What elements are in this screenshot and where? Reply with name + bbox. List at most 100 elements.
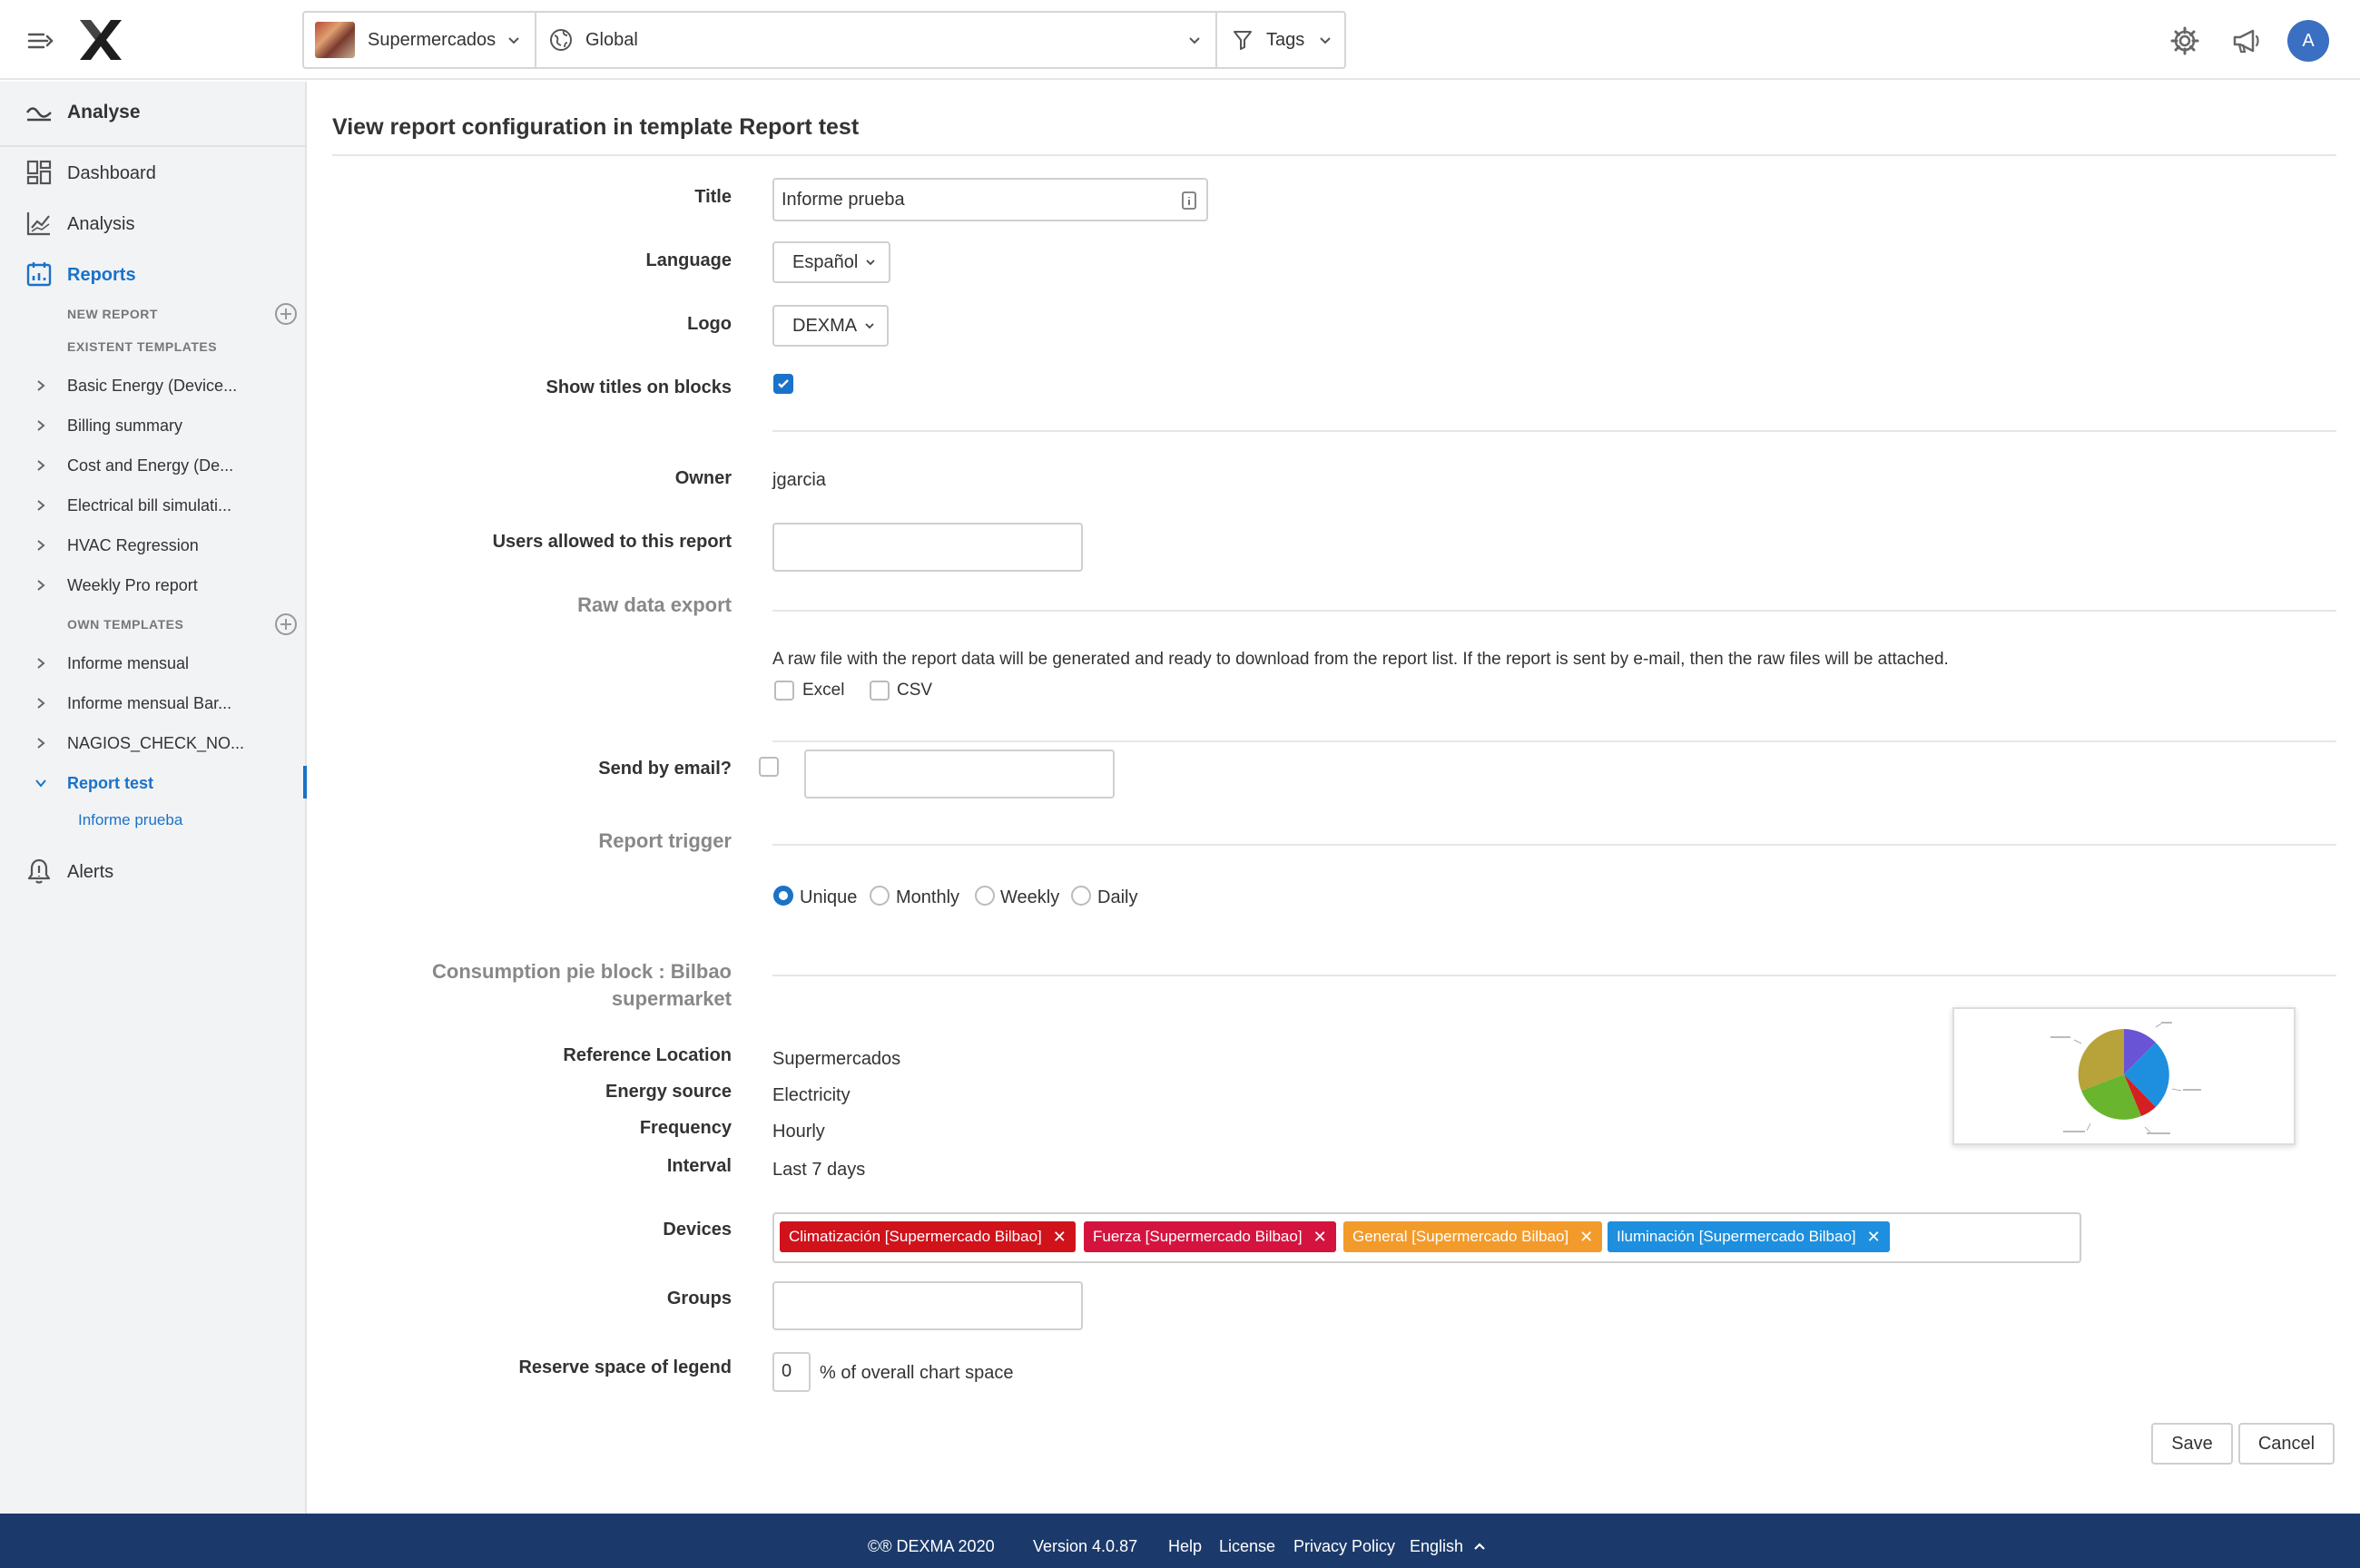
remove-tag-icon[interactable]: ✕ xyxy=(1053,1228,1067,1247)
chevron-right-icon xyxy=(37,698,45,709)
template-item[interactable]: Electrical bill simulati... xyxy=(0,492,305,521)
template-label: Report test xyxy=(67,774,154,792)
language-value: Español xyxy=(792,251,859,272)
context-selector: Supermercados Global Tags xyxy=(302,11,1346,69)
sidebar-divider xyxy=(0,145,305,147)
user-avatar[interactable]: A xyxy=(2287,20,2329,62)
title-input[interactable]: Informe prueba xyxy=(772,178,1208,221)
megaphone-icon[interactable] xyxy=(2231,25,2262,56)
template-label: Billing summary xyxy=(67,416,183,435)
csv-label: CSV xyxy=(897,681,933,700)
csv-checkbox[interactable] xyxy=(870,681,890,701)
groups-input[interactable] xyxy=(772,1281,1083,1330)
excel-checkbox[interactable] xyxy=(774,681,794,701)
device-tag[interactable]: Fuerza [Supermercado Bilbao] ✕ xyxy=(1084,1221,1336,1252)
footer-help-link[interactable]: Help xyxy=(1168,1537,1202,1556)
frequency-value: Hourly xyxy=(772,1122,825,1142)
legend-space-value: 0 xyxy=(782,1361,792,1381)
sidebar-item-reports[interactable]: Reports xyxy=(0,258,305,290)
pie-chart-preview[interactable] xyxy=(1952,1007,2296,1145)
interval-value: Last 7 days xyxy=(772,1160,866,1180)
settings-gear-icon[interactable] xyxy=(2169,25,2200,56)
subreport-link[interactable]: Informe prueba xyxy=(78,811,182,829)
sidebar-item-alerts[interactable]: Alerts xyxy=(0,853,305,889)
scope-selector[interactable]: Global xyxy=(536,13,1217,67)
interval-label: Interval xyxy=(666,1156,732,1176)
template-label: Basic Energy (Device... xyxy=(67,377,238,395)
send-email-checkbox[interactable] xyxy=(759,757,779,777)
legend-space-input[interactable]: 0 xyxy=(772,1352,811,1392)
devices-tag-input[interactable]: Climatización [Supermercado Bilbao] ✕ Fue… xyxy=(772,1212,2081,1263)
template-item[interactable]: Basic Energy (Device... xyxy=(0,372,305,401)
reports-calendar-icon xyxy=(26,262,52,287)
add-circle-icon[interactable] xyxy=(274,302,298,326)
globe-icon xyxy=(550,29,572,51)
template-label: Informe mensual Bar... xyxy=(67,694,232,712)
chevron-right-icon xyxy=(37,380,45,391)
language-dropdown[interactable]: Español xyxy=(772,241,890,283)
save-button[interactable]: Save xyxy=(2151,1423,2233,1465)
dexma-logo[interactable] xyxy=(78,18,123,62)
template-item[interactable]: Informe mensual xyxy=(0,650,305,679)
block-section-title-line2: supermarket xyxy=(611,987,732,1010)
email-input[interactable] xyxy=(804,750,1115,799)
template-item[interactable]: Billing summary xyxy=(0,412,305,441)
template-item[interactable]: Weekly Pro report xyxy=(0,572,305,601)
device-tag[interactable]: General [Supermercado Bilbao] ✕ xyxy=(1343,1221,1603,1252)
logo-dropdown[interactable]: DEXMA xyxy=(772,305,889,347)
sidebar-item-dashboard[interactable]: Dashboard xyxy=(0,156,305,189)
block-section-title-line1: Consumption pie block : Bilbao xyxy=(432,960,732,983)
top-bar: Supermercados Global Tags A xyxy=(0,0,2360,80)
users-allowed-input[interactable] xyxy=(772,523,1083,572)
device-tag-label: Fuerza [Supermercado Bilbao] xyxy=(1093,1228,1303,1245)
trigger-weekly-radio[interactable] xyxy=(975,886,995,906)
sidebar-analysis-label: Analysis xyxy=(67,214,135,234)
chevron-down-icon xyxy=(35,779,46,788)
show-titles-checkbox[interactable] xyxy=(773,374,793,394)
tags-filter[interactable]: Tags xyxy=(1217,13,1344,67)
excel-label: Excel xyxy=(802,681,845,700)
footer-privacy-link[interactable]: Privacy Policy xyxy=(1293,1537,1395,1556)
sidebar-section-analyse[interactable]: Analyse xyxy=(0,94,305,131)
template-item[interactable]: Informe mensual Bar... xyxy=(0,690,305,719)
sidebar-analyse-label: Analyse xyxy=(67,102,141,122)
trigger-section-title: Report trigger xyxy=(598,829,732,852)
analyse-wave-icon xyxy=(25,107,52,122)
chevron-right-icon xyxy=(37,540,45,551)
remove-tag-icon[interactable]: ✕ xyxy=(1313,1228,1327,1247)
trigger-monthly-radio[interactable] xyxy=(870,886,890,906)
footer-license-link[interactable]: License xyxy=(1219,1537,1275,1556)
energy-source-label: Energy source xyxy=(605,1082,732,1102)
chevron-down-icon xyxy=(1189,37,1200,44)
template-item-active[interactable]: Report test xyxy=(0,769,305,799)
location-selector[interactable]: Supermercados xyxy=(304,13,536,67)
template-item[interactable]: HVAC Regression xyxy=(0,532,305,561)
template-item[interactable]: NAGIOS_CHECK_NO... xyxy=(0,730,305,759)
cancel-button[interactable]: Cancel xyxy=(2238,1423,2335,1465)
filter-icon xyxy=(1234,31,1252,50)
remove-tag-icon[interactable]: ✕ xyxy=(1579,1228,1593,1247)
menu-toggle-icon[interactable] xyxy=(27,27,54,54)
sidebar-reports-label: Reports xyxy=(67,265,136,285)
device-tag[interactable]: Iluminación [Supermercado Bilbao] ✕ xyxy=(1608,1221,1890,1252)
title-divider xyxy=(332,154,2336,156)
footer-copyright: ©® DEXMA 2020 xyxy=(868,1537,995,1555)
block-section-title: Consumption pie block : Bilbao supermark… xyxy=(432,958,732,1013)
chevron-down-icon xyxy=(865,323,874,329)
legend-space-suffix: % of overall chart space xyxy=(820,1363,1014,1383)
add-circle-icon[interactable] xyxy=(274,612,298,636)
users-allowed-label: Users allowed to this report xyxy=(492,532,732,552)
template-item[interactable]: Cost and Energy (De... xyxy=(0,452,305,481)
remove-tag-icon[interactable]: ✕ xyxy=(1867,1228,1881,1247)
new-report-link[interactable]: NEW REPORT xyxy=(67,307,158,321)
template-label: HVAC Regression xyxy=(67,536,199,554)
device-tag[interactable]: Climatización [Supermercado Bilbao] ✕ xyxy=(780,1221,1076,1252)
trigger-unique-radio[interactable] xyxy=(773,886,793,906)
section-divider xyxy=(772,610,2336,612)
footer-language-selector[interactable]: English xyxy=(1410,1537,1486,1556)
trigger-daily-radio[interactable] xyxy=(1071,886,1091,906)
groups-label: Groups xyxy=(666,1289,732,1308)
trigger-option-label: Weekly xyxy=(1000,887,1060,907)
footer-language-label: English xyxy=(1410,1537,1464,1555)
sidebar-item-analysis[interactable]: Analysis xyxy=(0,207,305,240)
